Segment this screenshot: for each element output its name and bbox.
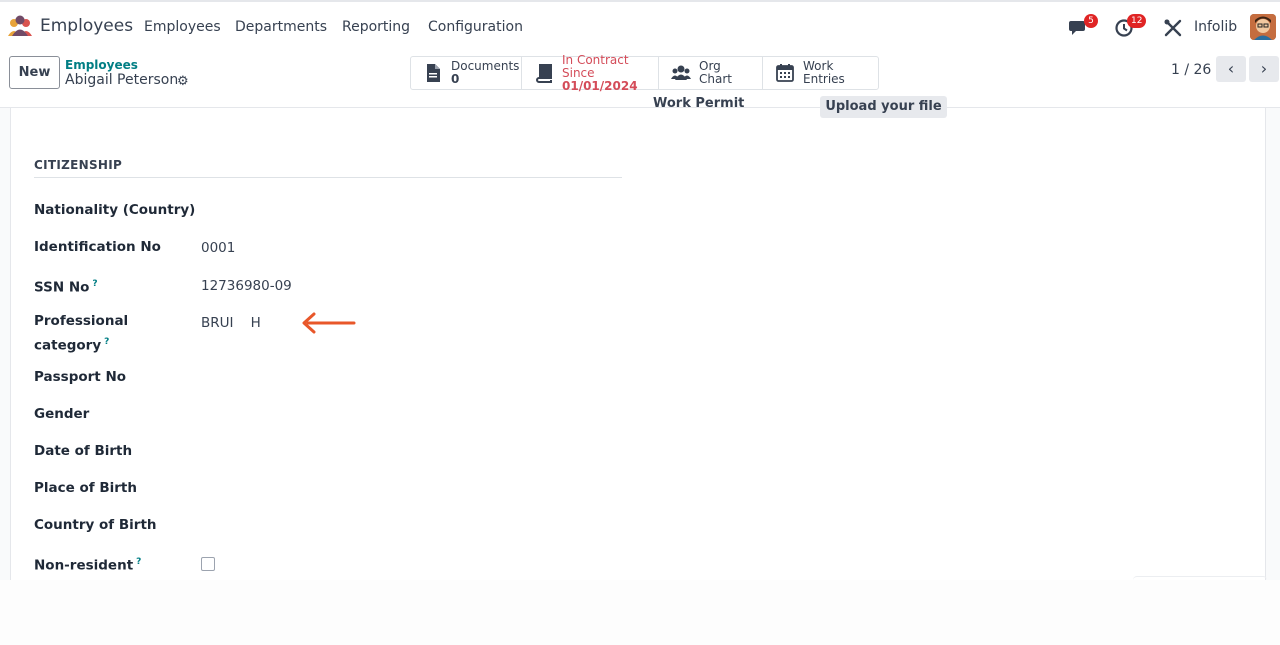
citizenship-section-title: CITIZENSHIP <box>34 158 123 172</box>
non-resident-label: Non-resident? <box>34 552 141 577</box>
bottom-right-widget <box>1133 576 1267 580</box>
non-resident-help-mark[interactable]: ? <box>136 557 141 567</box>
non-resident-label-text: Non-resident <box>34 557 134 574</box>
ssn-label: SSN No? <box>34 274 98 299</box>
calendar-icon <box>776 64 794 82</box>
employees-app-icon[interactable] <box>6 14 34 38</box>
documents-button[interactable]: Documents 0 <box>411 57 522 89</box>
record-name: Abigail Peterson <box>65 72 179 88</box>
ssn-label-text: SSN No <box>34 279 90 296</box>
menu-departments[interactable]: Departments <box>235 19 327 35</box>
nationality-label: Nationality (Country) <box>34 202 196 218</box>
control-panel: New Employees Abigail Peterson ⚙ Documen… <box>0 50 1280 108</box>
user-avatar[interactable] <box>1250 14 1276 40</box>
place-of-birth-label: Place of Birth <box>34 480 137 496</box>
documents-label: Documents <box>451 59 520 73</box>
documents-count: 0 <box>451 72 460 86</box>
org-chart-button[interactable]: Org Chart <box>659 57 763 89</box>
section-divider <box>34 177 622 178</box>
identification-field[interactable]: 0001 <box>201 240 235 256</box>
pager-next-button[interactable]: › <box>1249 56 1279 82</box>
professional-category-label: Professional category? <box>34 311 128 357</box>
arrow-left-icon <box>302 312 356 334</box>
contract-label: In Contract Since <box>562 52 629 80</box>
date-of-birth-label: Date of Birth <box>34 443 133 459</box>
pager-previous-button[interactable]: ‹ <box>1216 56 1246 82</box>
menu-configuration[interactable]: Configuration <box>428 19 523 35</box>
company-switcher[interactable]: Infolib <box>1194 19 1237 35</box>
non-resident-checkbox[interactable] <box>201 557 215 571</box>
book-icon <box>536 64 552 83</box>
org-chart-label: Org Chart <box>699 59 732 86</box>
contract-date: 01/01/2024 <box>562 78 638 93</box>
top-navbar: Employees Employees Departments Reportin… <box>0 0 1280 50</box>
professional-help-mark[interactable]: ? <box>104 337 109 347</box>
professional-label-line2: category <box>34 337 102 354</box>
form-sheet <box>10 108 1266 580</box>
ssn-field[interactable]: 12736980-09 <box>201 278 292 294</box>
debug-tools-icon[interactable] <box>1162 17 1184 39</box>
document-icon <box>427 64 440 82</box>
page-bottom-area <box>0 580 1280 645</box>
country-of-birth-label: Country of Birth <box>34 517 157 533</box>
work-entries-label: Work Entries <box>803 59 845 86</box>
upload-file-button[interactable]: Upload your file <box>820 96 947 118</box>
pager-counter[interactable]: 1 / 26 <box>1171 62 1211 78</box>
new-button[interactable]: New <box>9 56 60 89</box>
work-entries-button[interactable]: Work Entries <box>763 57 878 89</box>
user-avatar-icon <box>1250 14 1276 40</box>
professional-label-line1: Professional <box>34 313 129 329</box>
activities-badge: 12 <box>1127 14 1147 28</box>
work-permit-label: Work Permit <box>653 96 745 111</box>
menu-reporting[interactable]: Reporting <box>342 19 410 35</box>
contract-button[interactable]: In Contract Since 01/01/2024 <box>522 52 659 92</box>
smart-buttons: Documents 0 In Contract Since 01/01/2024 <box>410 52 879 92</box>
breadcrumb-employees[interactable]: Employees <box>65 58 138 72</box>
ssn-help-mark[interactable]: ? <box>92 279 97 289</box>
menu-employees[interactable]: Employees <box>144 19 221 35</box>
passport-label: Passport No <box>34 369 127 385</box>
app-name[interactable]: Employees <box>40 16 133 36</box>
users-icon <box>671 65 691 80</box>
professional-category-field[interactable]: BRUI H <box>201 315 261 331</box>
identification-label: Identification No <box>34 239 161 255</box>
gender-label: Gender <box>34 406 90 422</box>
gear-icon[interactable]: ⚙ <box>177 74 189 89</box>
messages-badge: 5 <box>1084 14 1098 28</box>
